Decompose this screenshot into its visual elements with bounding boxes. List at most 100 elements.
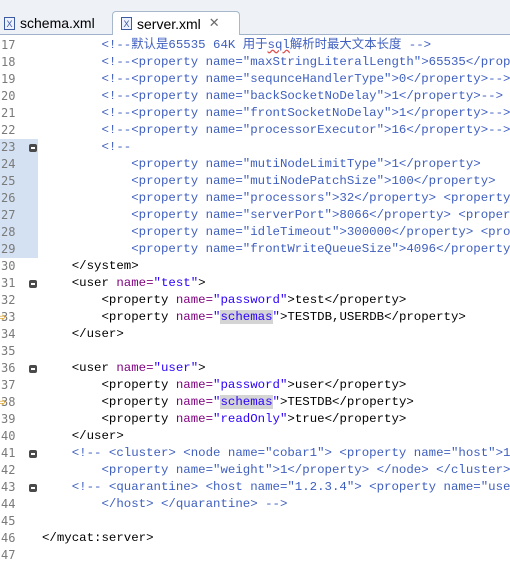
code-token: >	[198, 361, 206, 375]
line-code: <!-- <quarantine> <host name="1.2.3.4"> …	[42, 479, 510, 496]
line-gutter: 35	[0, 343, 38, 360]
line-code: <property name="frontWriteQueueSize">409…	[42, 241, 510, 258]
code-token: name=	[175, 310, 214, 324]
line-number: 46	[1, 531, 16, 545]
fold-toggle-icon[interactable]	[29, 144, 37, 152]
tab-server-xml[interactable]: X server.xml ✕	[112, 11, 240, 35]
line-gutter: 25	[0, 173, 38, 190]
fold-toggle-icon[interactable]	[29, 450, 37, 458]
code-token: <!--<property name="backSocketNoDelay">1…	[42, 89, 504, 103]
code-token: <property name="frontWriteQueueSize">409…	[42, 242, 510, 256]
fold-toggle-icon[interactable]	[29, 484, 37, 492]
code-line[interactable]: 24 <property name="mutiNodeLimitType">1<…	[0, 156, 510, 173]
code-line[interactable]: 38 ⇨ <property name="schemas">TESTDB</pro…	[0, 394, 510, 411]
code-line[interactable]: 18 <!--<property name="maxStringLiteralL…	[0, 54, 510, 71]
code-line[interactable]: 35	[0, 343, 510, 360]
line-number: 19	[1, 72, 16, 86]
code-line[interactable]: 41 <!-- <cluster> <node name="cobar1"> <…	[0, 445, 510, 462]
code-line[interactable]: 37 <property name="password">user</prope…	[0, 377, 510, 394]
code-line[interactable]: 22 <!--<property name="processorExecutor…	[0, 122, 510, 139]
code-line[interactable]: 47	[0, 547, 510, 564]
line-number: 47	[1, 548, 16, 562]
code-line[interactable]: 21 <!--<property name="frontSocketNoDela…	[0, 105, 510, 122]
line-number: 25	[1, 174, 16, 188]
code-line[interactable]: 31 <user name="test">	[0, 275, 510, 292]
line-code: <property name="weight">1</property> </n…	[42, 462, 510, 479]
code-line[interactable]: 39 <property name="readOnly">true</prope…	[0, 411, 510, 428]
code-token: <user	[42, 361, 117, 375]
line-code: <!--默认是65535 64K 用于sql解析时最大文本长度 -->	[42, 37, 431, 54]
line-gutter: 43	[0, 479, 38, 496]
fold-toggle-icon[interactable]	[29, 365, 37, 373]
code-line[interactable]: 17 <!--默认是65535 64K 用于sql解析时最大文本长度 -->	[0, 37, 510, 54]
code-token: <!--<property name="maxStringLiteralLeng…	[101, 55, 510, 69]
code-line[interactable]: 25 <property name="mutiNodePatchSize">10…	[0, 173, 510, 190]
code-line[interactable]: 19 <!--<property name="sequnceHandlerTyp…	[0, 71, 510, 88]
line-number: 31	[1, 276, 16, 290]
tab-label: schema.xml	[20, 15, 95, 31]
line-code: <user name="test">	[42, 275, 206, 292]
code-line[interactable]: 44 </host> </quarantine> -->	[0, 496, 510, 513]
code-line[interactable]: 30 </system>	[0, 258, 510, 275]
code-token: >	[198, 276, 206, 290]
line-code: <!--<property name="sequnceHandlerType">…	[42, 71, 510, 88]
line-code: <!--	[42, 139, 131, 156]
line-gutter: 17	[0, 37, 38, 54]
code-line[interactable]: 26 <property name="processors">32</prope…	[0, 190, 510, 207]
code-token: "password"	[213, 378, 288, 392]
code-token: <user	[42, 276, 117, 290]
code-token: <!--<property name="processorExecutor">1…	[42, 123, 510, 137]
code-token: >test</property>	[287, 293, 407, 307]
code-line[interactable]: 23 <!--	[0, 139, 510, 156]
line-gutter: 46	[0, 530, 38, 547]
code-token: </system>	[42, 259, 139, 273]
line-number: 34	[1, 327, 16, 341]
code-token: "readOnly"	[213, 412, 288, 426]
line-gutter: 32	[0, 292, 38, 309]
code-token: <property name="weight">1</property> </n…	[42, 463, 510, 477]
line-gutter: 37	[0, 377, 38, 394]
code-token: name=	[175, 293, 214, 307]
close-icon[interactable]: ✕	[209, 16, 220, 31]
line-gutter: 30	[0, 258, 38, 275]
line-number: 45	[1, 514, 16, 528]
code-token: <!--<property name="frontSocketNoDelay">…	[42, 106, 510, 120]
code-token: <!--<property name="sequnceHandlerType">…	[42, 72, 510, 86]
line-gutter: 40	[0, 428, 38, 445]
code-line[interactable]: 33 ⇨ <property name="schemas">TESTDB,USER…	[0, 309, 510, 326]
code-token: >TESTDB,USERDB</property>	[279, 310, 466, 324]
code-line[interactable]: 42 <property name="weight">1</property> …	[0, 462, 510, 479]
line-gutter: 41	[0, 445, 38, 462]
code-token: name=	[116, 361, 154, 375]
line-gutter: 22	[0, 122, 38, 139]
tab-schema-xml[interactable]: X schema.xml	[0, 12, 108, 34]
code-line[interactable]: 29 <property name="frontWriteQueueSize">…	[0, 241, 510, 258]
line-gutter: 31	[0, 275, 38, 292]
code-line[interactable]: 40 </user>	[0, 428, 510, 445]
code-line[interactable]: 46 </mycat:server>	[0, 530, 510, 547]
fold-toggle-icon[interactable]	[29, 280, 37, 288]
line-number: 21	[1, 106, 16, 120]
code-line[interactable]: 32 <property name="password">test</prope…	[0, 292, 510, 309]
code-line[interactable]: 28 <property name="idleTimeout">300000</…	[0, 224, 510, 241]
code-token: name=	[116, 276, 154, 290]
code-line[interactable]: 27 <property name="serverPort">8066</pro…	[0, 207, 510, 224]
line-gutter: 39	[0, 411, 38, 428]
code-token: <!-- <quarantine> <host name="1.2.3.4"> …	[71, 480, 510, 494]
code-token: </user>	[42, 429, 124, 443]
code-token: <property	[42, 378, 176, 392]
line-gutter: 42	[0, 462, 38, 479]
line-gutter: 23	[0, 139, 38, 156]
line-number: 17	[1, 38, 16, 52]
code-line[interactable]: 34 </user>	[0, 326, 510, 343]
line-number: 37	[1, 378, 16, 392]
code-line[interactable]: 36 <user name="user">	[0, 360, 510, 377]
line-number: 20	[1, 89, 16, 103]
line-code: <property name="password">user</property…	[42, 377, 406, 394]
code-editor[interactable]: 17 <!--默认是65535 64K 用于sql解析时最大文本长度 --> 18…	[0, 37, 510, 564]
code-token: <property	[42, 412, 176, 426]
code-line[interactable]: 20 <!--<property name="backSocketNoDelay…	[0, 88, 510, 105]
code-token: >TESTDB</property>	[279, 395, 414, 409]
code-line[interactable]: 43 <!-- <quarantine> <host name="1.2.3.4…	[0, 479, 510, 496]
code-line[interactable]: 45	[0, 513, 510, 530]
